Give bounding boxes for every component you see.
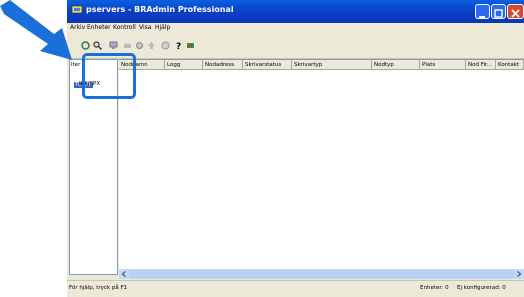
configure-icon[interactable] <box>135 41 144 50</box>
title-bar[interactable]: pservers - BRAdmin Professional <box>67 0 524 23</box>
upload-icon[interactable] <box>147 41 156 50</box>
callout-highlight-box <box>82 53 136 99</box>
close-icon <box>511 9 520 18</box>
scroll-right-icon[interactable] <box>515 270 523 278</box>
web-icon[interactable] <box>161 41 170 50</box>
col-nodfirmware[interactable]: Nod Fir... <box>466 60 496 70</box>
callout-arrow-icon <box>0 0 72 60</box>
status-devices: Enheter: 0 <box>420 285 449 291</box>
node-list: Nodnamn Logg Nodadress Skrivarstatus Skr… <box>119 59 524 279</box>
help-icon[interactable]: ? <box>174 41 183 50</box>
col-kontakt[interactable]: Kontakt <box>496 60 524 70</box>
horizontal-scrollbar[interactable] <box>119 269 524 279</box>
network-icon[interactable] <box>109 41 118 50</box>
maximize-icon <box>494 9 503 18</box>
status-bar: För hjälp, tryck på F1 Enheter: 0 Ej kon… <box>67 280 524 297</box>
menu-enheter[interactable]: Enheter <box>87 24 111 31</box>
window-title: pservers - BRAdmin Professional <box>86 5 234 14</box>
col-nodtyp[interactable]: Nodtyp <box>372 60 420 70</box>
settings-icon[interactable] <box>186 41 195 50</box>
maximize-button[interactable] <box>491 4 506 19</box>
col-logg[interactable]: Logg <box>165 60 203 70</box>
printer-icon[interactable] <box>123 41 132 50</box>
status-help: För hjälp, tryck på F1 <box>69 285 128 291</box>
search-icon[interactable] <box>93 41 102 50</box>
refresh-icon[interactable] <box>81 41 90 50</box>
col-skrivarstatus[interactable]: Skrivarstatus <box>243 60 292 70</box>
close-button[interactable] <box>507 4 524 19</box>
minimize-button[interactable] <box>475 4 490 19</box>
tree-header: lter <box>71 62 81 68</box>
col-skrivartyp[interactable]: Skrivartyp <box>292 60 372 70</box>
col-nodadress[interactable]: Nodadress <box>203 60 243 70</box>
menu-kontroll[interactable]: Kontroll <box>113 24 136 31</box>
scroll-left-icon[interactable] <box>120 270 128 278</box>
menu-visa[interactable]: Visa <box>139 24 151 31</box>
minimize-icon <box>479 16 485 18</box>
col-plats[interactable]: Plats <box>420 60 466 70</box>
menu-hjalp[interactable]: Hjälp <box>155 24 170 31</box>
scrollbar-thumb[interactable] <box>129 270 514 278</box>
status-unconfigured: Ej konfigurerad: 0 <box>457 285 506 291</box>
svg-text:?: ? <box>176 42 181 50</box>
app-window: pservers - BRAdmin Professional Arkiv En… <box>67 0 524 297</box>
menu-bar: Arkiv Enheter Kontroll Visa Hjälp <box>67 23 524 34</box>
